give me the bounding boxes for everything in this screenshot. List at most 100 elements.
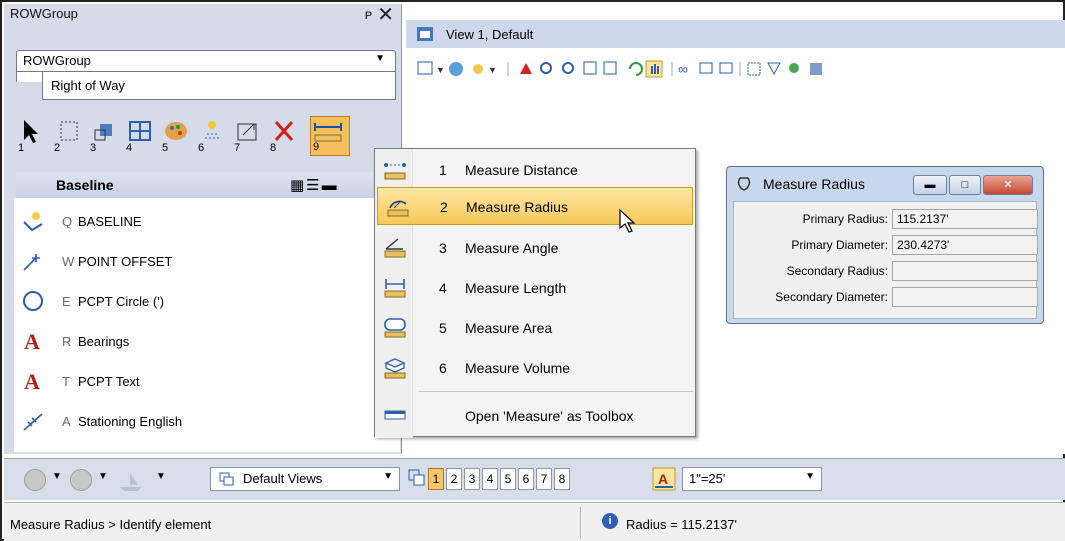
list-item[interactable]: A R Bearings: [14, 322, 400, 362]
drop-element-button[interactable]: 6: [196, 116, 230, 156]
minimize-button[interactable]: ▬: [913, 175, 947, 195]
chevron-down-icon[interactable]: ▼: [98, 471, 108, 482]
field-value[interactable]: [892, 287, 1038, 307]
manipulate-button[interactable]: 3: [88, 116, 122, 156]
menu-separator: [419, 391, 693, 392]
tool-number: 4: [126, 142, 133, 154]
shortcut-key: Q: [62, 214, 73, 229]
saved-views-dropdown[interactable]: Default Views ▼: [210, 467, 400, 491]
menu-item-measure-area[interactable]: 5 Measure Area: [375, 309, 695, 347]
view-6-button[interactable]: 6: [518, 468, 534, 490]
delete-button[interactable]: 8: [268, 116, 302, 156]
scale-value: 1"=25': [689, 471, 726, 486]
measure-radius-icon: [387, 200, 409, 217]
menu-label: Measure Angle: [465, 240, 559, 256]
dialog-titlebar[interactable]: Measure Radius ▬ □ ✕: [727, 167, 1043, 201]
list-item[interactable]: A Stationing English: [14, 402, 400, 442]
view-4-button[interactable]: 4: [482, 468, 498, 490]
view-5-button[interactable]: 5: [500, 468, 516, 490]
panel-titlebar: ROWGroup ᴘ ✕: [4, 4, 402, 34]
list-item[interactable]: Q BASELINE: [14, 202, 400, 242]
annotation-scale-dropdown[interactable]: 1"=25' ▼: [682, 467, 822, 491]
tool-label: BASELINE: [78, 214, 142, 229]
tab-right-of-way[interactable]: Right of Way: [42, 72, 396, 100]
list-item[interactable]: W POINT OFFSET: [14, 242, 400, 282]
measure-button[interactable]: 9: [310, 116, 350, 156]
list-item[interactable]: E PCPT Circle ('): [14, 282, 400, 322]
view-2-button[interactable]: 2: [446, 468, 462, 490]
view-controls-icons[interactable]: ▼ ▼ ∞: [416, 60, 1036, 78]
field-label: Primary Radius:: [802, 212, 888, 226]
menu-item-open-toolbox[interactable]: Open 'Measure' as Toolbox: [375, 397, 695, 435]
place-fence-button[interactable]: 2: [52, 116, 86, 156]
menu-number: 3: [439, 240, 447, 256]
text-a-icon: A: [24, 330, 40, 352]
stationing-icon: [23, 413, 43, 431]
group-toolbar: 1 2 3 4 5 6 7 8 9: [16, 116, 400, 158]
menu-item-measure-length[interactable]: 4 Measure Length: [375, 269, 695, 307]
view-3-button[interactable]: 3: [464, 468, 480, 490]
field-value[interactable]: 115.2137': [892, 209, 1038, 229]
tool-label: PCPT Circle ('): [78, 294, 165, 309]
field-value[interactable]: 230.4273': [892, 235, 1038, 255]
tool-number: 9: [313, 141, 320, 153]
status-bar: Measure Radius > Identify element i Radi…: [4, 502, 1065, 541]
menu-item-measure-distance[interactable]: 1 Measure Distance: [375, 151, 695, 189]
field-primary-radius: Primary Radius: 115.2137': [734, 208, 1038, 232]
select-element-button[interactable]: 1: [16, 116, 50, 156]
forward-button[interactable]: [70, 469, 92, 491]
annotation-scale-icon[interactable]: A: [652, 467, 676, 491]
modify-button[interactable]: 4: [124, 116, 158, 156]
panel-title: ROWGroup: [10, 6, 78, 21]
view-8-button[interactable]: 8: [554, 468, 570, 490]
app-window: ROWGroup ᴘ ✕ ROWGroup ▼ Right of Way 1 2: [0, 0, 1065, 541]
group-selector: ROWGroup ▼ Right of Way: [16, 50, 396, 110]
field-label: Primary Diameter:: [791, 238, 888, 252]
menu-label: Measure Distance: [465, 162, 578, 178]
view-title: View 1, Default: [446, 27, 534, 42]
svg-text:▼: ▼: [488, 65, 497, 75]
menu-label: Measure Area: [465, 320, 553, 336]
field-value[interactable]: [892, 261, 1038, 281]
chevron-down-icon[interactable]: ▼: [52, 471, 62, 482]
view-window-icon: [417, 27, 433, 41]
dialog-body: Primary Radius: 115.2137' Primary Diamet…: [733, 201, 1038, 319]
list-item[interactable]: A T PCPT Text: [14, 362, 400, 402]
menu-item-measure-radius[interactable]: 2 Measure Radius: [377, 187, 693, 225]
tool-list: Q BASELINE W POINT OFFSET E PCPT Circle …: [14, 198, 400, 452]
view-groups-icon[interactable]: [408, 469, 426, 489]
mouse-cursor-icon: [619, 208, 636, 233]
tools-header: Baseline ▦☰▬: [16, 172, 402, 198]
shortcut-key: A: [62, 414, 71, 429]
back-button[interactable]: [24, 469, 46, 491]
pin-icon[interactable]: ᴘ: [365, 6, 372, 22]
close-icon[interactable]: ✕: [377, 2, 394, 27]
menu-item-measure-angle[interactable]: 3 Measure Angle: [375, 229, 695, 267]
tool-number: 7: [234, 142, 241, 154]
info-icon[interactable]: i: [602, 513, 618, 529]
chevron-down-icon[interactable]: ▼: [156, 471, 166, 482]
view-7-button[interactable]: 7: [536, 468, 552, 490]
close-button[interactable]: ✕: [983, 175, 1033, 195]
status-divider: [580, 507, 582, 539]
change-attributes-button[interactable]: 5: [160, 116, 194, 156]
tool-label: POINT OFFSET: [78, 254, 173, 269]
shortcut-key: W: [62, 254, 75, 269]
view-mode-icons[interactable]: ▦☰▬: [290, 176, 339, 194]
baseline-icon: [23, 212, 43, 232]
svg-text:A: A: [24, 370, 40, 392]
dialog-title: Measure Radius: [763, 176, 865, 192]
circle-icon: [23, 291, 43, 311]
toolbox-icon: [384, 410, 406, 420]
field-label: Secondary Radius:: [786, 264, 888, 278]
view-1-button[interactable]: 1: [428, 468, 444, 490]
menu-label: Measure Length: [465, 280, 567, 296]
scale-button[interactable]: 7: [232, 116, 266, 156]
measure-menu: 1 Measure Distance 2 Measure Radius 3 Me…: [374, 148, 696, 438]
ship-icon[interactable]: [116, 469, 146, 491]
maximize-button[interactable]: □: [949, 175, 981, 195]
menu-number: 6: [439, 360, 447, 376]
group-dropdown[interactable]: ROWGroup ▼: [16, 50, 396, 72]
menu-item-measure-volume[interactable]: 6 Measure Volume: [375, 349, 695, 387]
menu-label: Open 'Measure' as Toolbox: [465, 408, 634, 424]
